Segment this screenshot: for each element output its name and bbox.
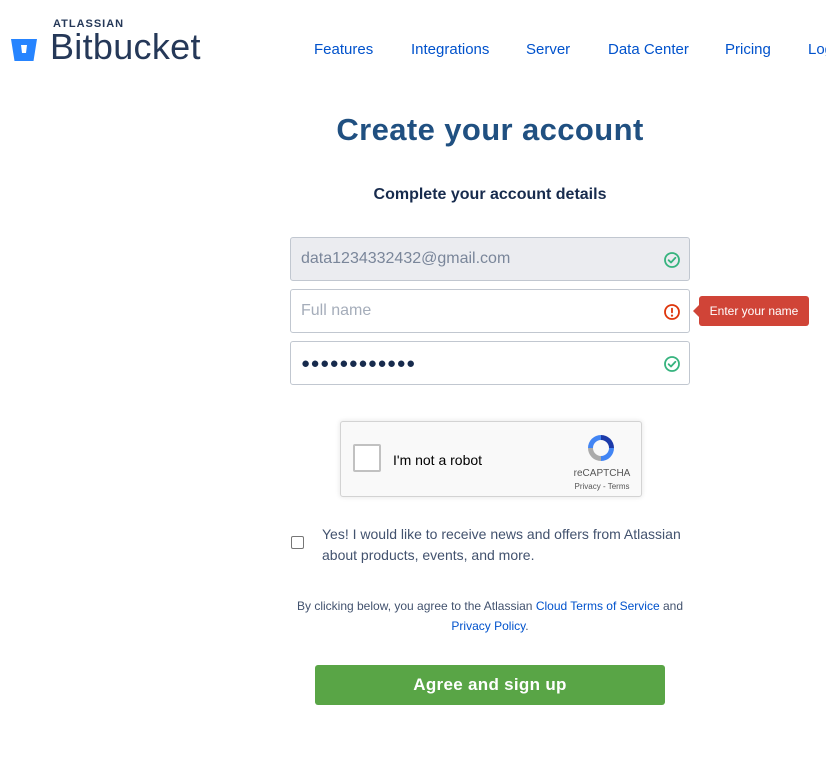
marketing-checkbox[interactable] (291, 536, 304, 549)
password-masked-value: ●●●●●●●●●●●● (301, 355, 416, 372)
full-name-error-text: Enter your name (709, 304, 799, 318)
recaptcha-logo-icon (588, 435, 614, 461)
nav-data-center[interactable]: Data Center (608, 41, 689, 58)
legal-prefix: By clicking below, you agree to the Atla… (296, 599, 533, 613)
recaptcha-widget: I'm not a robot reCAPTCHA Privacy - Term… (340, 421, 642, 497)
page-title: Create your account (336, 112, 644, 147)
check-circle-icon (664, 356, 680, 372)
form-subtitle: Complete your account details (373, 186, 607, 203)
top-nav: Features Integrations Server Data Center… (0, 41, 826, 61)
nav-log-in[interactable]: Log in (808, 41, 826, 58)
recaptcha-brand: reCAPTCHA (573, 468, 631, 479)
recaptcha-checkbox[interactable] (353, 444, 381, 472)
legal-notice: By clicking below, you agree to the Atla… (290, 596, 690, 636)
nav-pricing[interactable]: Pricing (725, 41, 771, 58)
marketing-label[interactable]: Yes! I would like to receive news and of… (322, 524, 702, 566)
nav-features[interactable]: Features (314, 41, 373, 58)
full-name-field[interactable] (290, 289, 690, 333)
agree-and-sign-up-button[interactable]: Agree and sign up (315, 665, 665, 705)
legal-conjunction: and (662, 599, 684, 613)
full-name-error-tooltip: Enter your name (693, 296, 809, 326)
full-name-input[interactable] (301, 290, 661, 332)
legal-suffix: . (525, 619, 529, 633)
nav-server[interactable]: Server (526, 41, 570, 58)
email-field[interactable]: data1234332432@gmail.com (290, 237, 690, 281)
error-circle-icon (664, 304, 680, 320)
recaptcha-label: I'm not a robot (393, 452, 483, 468)
privacy-policy-link[interactable]: Privacy Policy (451, 619, 525, 633)
password-field[interactable]: ●●●●●●●●●●●● (290, 341, 690, 385)
email-value: data1234332432@gmail.com (301, 250, 511, 267)
recaptcha-links[interactable]: Privacy - Terms (565, 482, 639, 491)
nav-integrations[interactable]: Integrations (411, 41, 489, 58)
check-circle-icon (664, 252, 680, 268)
terms-of-service-link[interactable]: Cloud Terms of Service (536, 599, 660, 613)
tooltip-arrow (693, 305, 699, 317)
